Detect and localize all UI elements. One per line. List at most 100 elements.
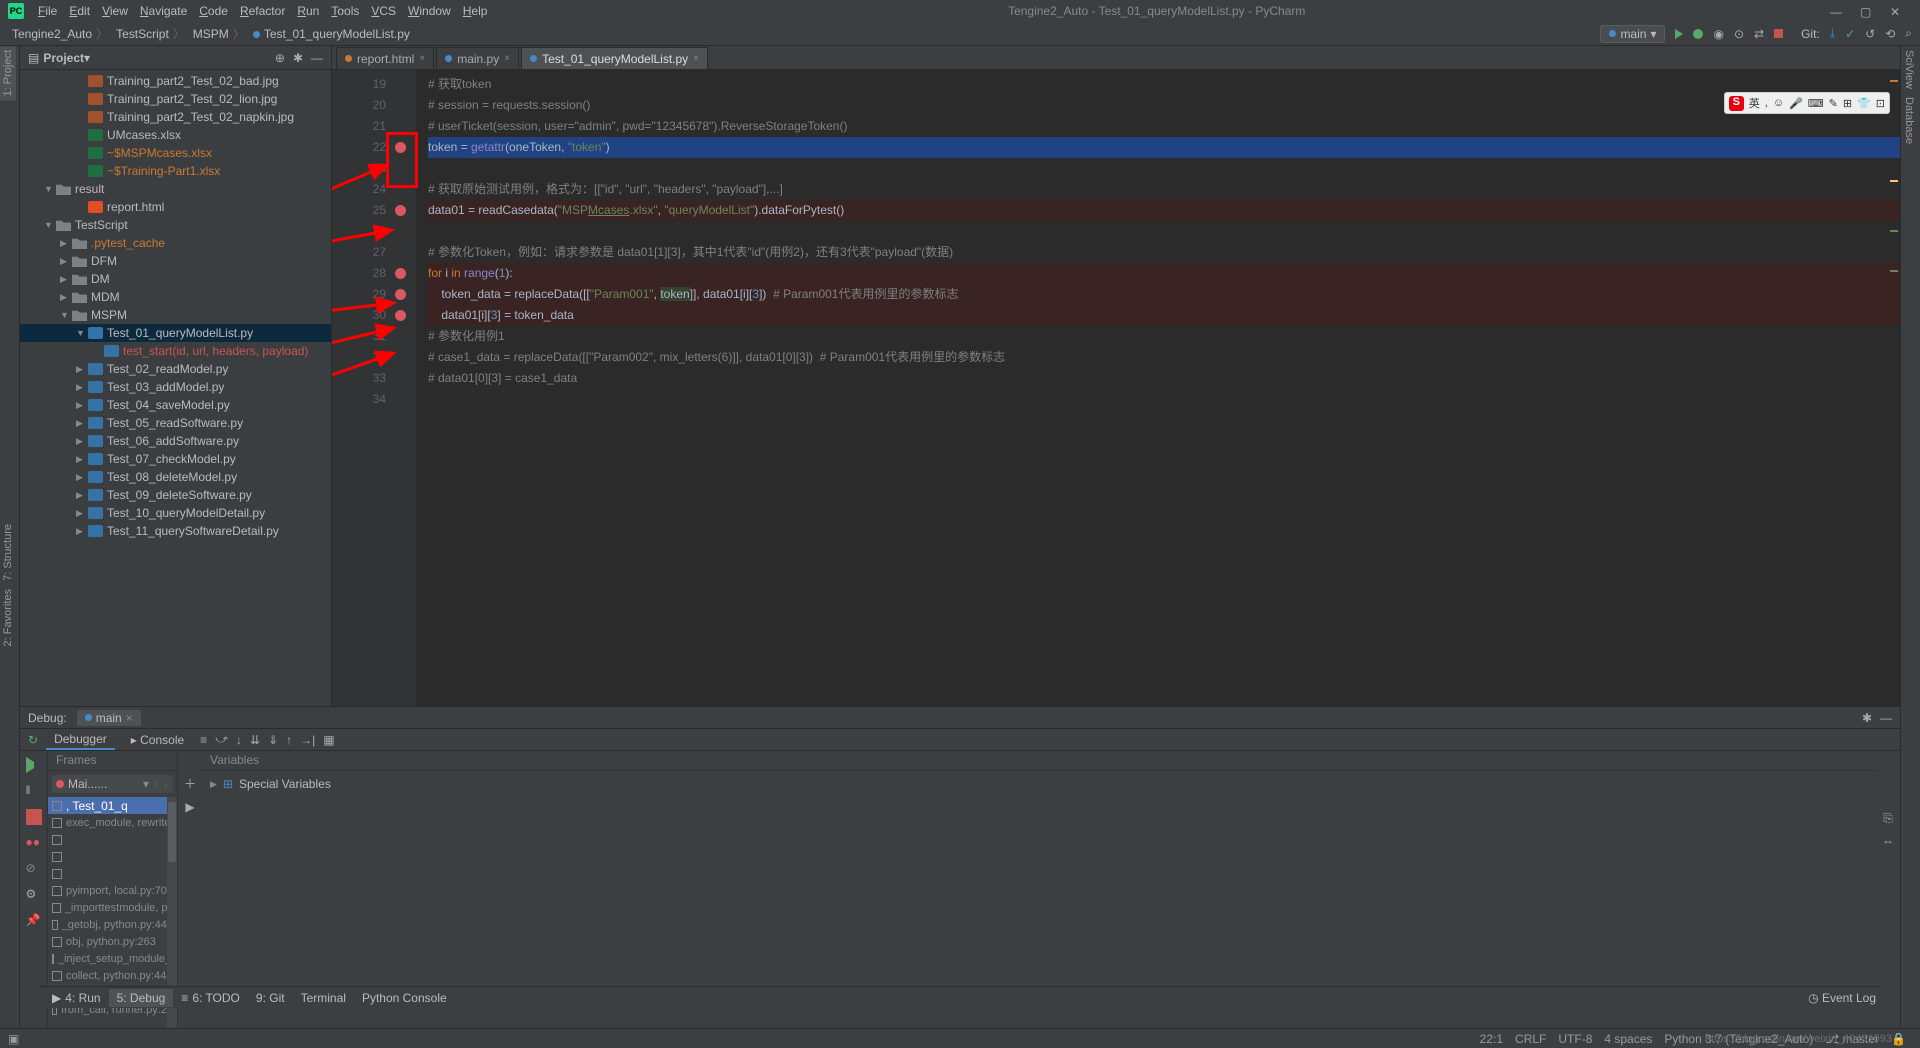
rerun-icon[interactable]: ↻ bbox=[28, 733, 38, 747]
thread-selector[interactable]: Mai......▾ ↑↓ bbox=[52, 775, 173, 793]
editor-tab[interactable]: main.py× bbox=[436, 47, 519, 69]
menu-refactor[interactable]: Refactor bbox=[234, 4, 291, 18]
menu-vcs[interactable]: VCS bbox=[365, 4, 402, 18]
tree-item[interactable]: UMcases.xlsx bbox=[20, 126, 331, 144]
menu-window[interactable]: Window bbox=[402, 4, 457, 18]
breadcrumb-0[interactable]: Tengine2_Auto bbox=[8, 27, 112, 41]
frame-item[interactable]: pyimport, local.py:701 bbox=[48, 882, 177, 899]
bottom-tab[interactable]: ▶4: Run bbox=[44, 989, 109, 1007]
menu-navigate[interactable]: Navigate bbox=[134, 4, 193, 18]
breakpoints-icon[interactable]: ●● bbox=[26, 835, 42, 851]
profile-icon[interactable]: ⊙ bbox=[1734, 27, 1744, 41]
indent[interactable]: 4 spaces bbox=[1604, 1032, 1652, 1046]
frame-item[interactable] bbox=[48, 865, 177, 882]
maximize-icon[interactable]: ▢ bbox=[1860, 5, 1872, 17]
frame-item[interactable]: collect, python.py:448 bbox=[48, 967, 177, 984]
stop-debug-icon[interactable] bbox=[26, 809, 42, 825]
database-tab[interactable]: Database bbox=[1901, 93, 1917, 148]
menu-help[interactable]: Help bbox=[457, 4, 494, 18]
encoding[interactable]: UTF-8 bbox=[1558, 1032, 1592, 1046]
tree-item[interactable]: report.html bbox=[20, 198, 331, 216]
attach-icon[interactable]: ⇄ bbox=[1754, 27, 1764, 41]
resume-icon[interactable] bbox=[26, 757, 42, 773]
eventlog-button[interactable]: ◷ Event Log bbox=[1808, 991, 1876, 1005]
code-content[interactable]: # 获取token# session = requests.session()#… bbox=[416, 70, 1900, 706]
tree-item[interactable]: ▶Test_11_querySoftwareDetail.py bbox=[20, 522, 331, 540]
run-config-dropdown[interactable]: main▾ bbox=[1600, 25, 1665, 43]
ime-toolbar[interactable]: S 英 ,☺🎤⌨✎⊞👕⊡ bbox=[1724, 92, 1890, 114]
frame-item[interactable]: _inject_setup_module_f bbox=[48, 950, 177, 967]
gutter[interactable]: 19202122232425262728293031323334 bbox=[332, 70, 392, 706]
menu-tools[interactable]: Tools bbox=[325, 4, 365, 18]
special-vars-node[interactable]: ▶ ⊞ Special Variables bbox=[210, 775, 1868, 793]
frame-item[interactable] bbox=[48, 831, 177, 848]
menu-edit[interactable]: Edit bbox=[63, 4, 96, 18]
close-icon[interactable]: ✕ bbox=[1890, 5, 1902, 17]
stepinto-icon[interactable]: ↓ bbox=[236, 733, 242, 747]
tree-item[interactable]: ~$Training-Part1.xlsx bbox=[20, 162, 331, 180]
tree-item[interactable]: ▶Test_02_readModel.py bbox=[20, 360, 331, 378]
tree-item[interactable]: ▶MDM bbox=[20, 288, 331, 306]
add-watch-icon[interactable]: ＋ bbox=[184, 775, 196, 792]
frame-item[interactable]: exec_module, rewrite bbox=[48, 814, 177, 831]
structure-tab[interactable]: 7: Structure bbox=[0, 520, 16, 585]
locate-icon[interactable]: ⊕ bbox=[275, 51, 285, 65]
stop-icon[interactable] bbox=[1774, 29, 1783, 38]
tree-item[interactable]: ▶.pytest_cache bbox=[20, 234, 331, 252]
menu-view[interactable]: View bbox=[96, 4, 134, 18]
gear-icon[interactable]: ✱ bbox=[1862, 711, 1872, 725]
git-history-icon[interactable]: ↺ bbox=[1865, 27, 1875, 41]
hide-icon[interactable]: — bbox=[1880, 711, 1892, 725]
sciview-tab[interactable]: SciView bbox=[1901, 46, 1917, 93]
frame-item[interactable]: _getobj, python.py:443 bbox=[48, 916, 177, 933]
tree-item[interactable]: ~$MSPMcases.xlsx bbox=[20, 144, 331, 162]
tree-item[interactable]: ▶Test_04_saveModel.py bbox=[20, 396, 331, 414]
stepover-icon[interactable]: ⤻ bbox=[215, 732, 228, 747]
project-tab[interactable]: 1: Project bbox=[0, 46, 16, 100]
runtocursor-icon[interactable]: →| bbox=[300, 733, 315, 747]
mute-bp-icon[interactable]: ⊘ bbox=[26, 861, 42, 877]
collapse-icon[interactable]: — bbox=[311, 51, 323, 65]
menu-run[interactable]: Run bbox=[291, 4, 325, 18]
tree-item[interactable]: ▼MSPM bbox=[20, 306, 331, 324]
debug-config-tab[interactable]: main× bbox=[77, 710, 141, 726]
pause-icon[interactable]: ‖ bbox=[26, 783, 42, 799]
tree-item[interactable]: Training_part2_Test_02_napkin.jpg bbox=[20, 108, 331, 126]
tree-item[interactable]: ▶Test_06_addSoftware.py bbox=[20, 432, 331, 450]
tree-item[interactable]: ▶DFM bbox=[20, 252, 331, 270]
tree-item[interactable]: test_start(id, url, headers, payload) bbox=[20, 342, 331, 360]
console-tab[interactable]: ▸ Console bbox=[123, 731, 192, 749]
git-revert-icon[interactable]: ⟲ bbox=[1885, 27, 1895, 41]
stepout-icon[interactable]: ↑ bbox=[286, 733, 292, 747]
debug-icon[interactable] bbox=[1693, 29, 1703, 39]
evaluate-icon[interactable]: ▦ bbox=[323, 733, 334, 747]
error-stripe[interactable] bbox=[1888, 70, 1898, 706]
frame-item[interactable]: , Test_01_q bbox=[48, 797, 177, 814]
frame-item[interactable]: obj, python.py:263 bbox=[48, 933, 177, 950]
link-icon[interactable]: ⇔ bbox=[1882, 834, 1894, 848]
settings-icon[interactable]: ✱ bbox=[293, 51, 303, 65]
line-ending[interactable]: CRLF bbox=[1515, 1032, 1546, 1046]
favorites-tab[interactable]: 2: Favorites bbox=[0, 585, 16, 650]
stepintomy-icon[interactable]: ⇊ bbox=[250, 733, 260, 747]
tree-item[interactable]: ▼result bbox=[20, 180, 331, 198]
breadcrumb-3[interactable]: Test_01_queryModelList.py bbox=[249, 27, 414, 41]
git-update-icon[interactable]: ⤓ bbox=[1830, 26, 1835, 41]
editor-tab[interactable]: report.html× bbox=[336, 47, 434, 69]
debugger-tab[interactable]: Debugger bbox=[46, 730, 115, 750]
search-icon[interactable]: ⌕ bbox=[1905, 26, 1912, 41]
tree-item[interactable]: ▶Test_09_deleteSoftware.py bbox=[20, 486, 331, 504]
threads-icon[interactable]: ≡ bbox=[200, 733, 207, 747]
menu-code[interactable]: Code bbox=[193, 4, 234, 18]
bottom-tab[interactable]: Terminal bbox=[293, 989, 354, 1007]
frame-item[interactable] bbox=[48, 848, 177, 865]
bottom-tab[interactable]: Python Console bbox=[354, 989, 455, 1007]
forcestep-icon[interactable]: ⇓ bbox=[268, 733, 278, 747]
bottom-tab[interactable]: ≡6: TODO bbox=[173, 989, 248, 1007]
menu-file[interactable]: File bbox=[32, 4, 63, 18]
tree-item[interactable]: Training_part2_Test_02_lion.jpg bbox=[20, 90, 331, 108]
tree-item[interactable]: ▶Test_03_addModel.py bbox=[20, 378, 331, 396]
pin-icon[interactable]: 📌 bbox=[26, 913, 42, 929]
breadcrumb-2[interactable]: MSPM bbox=[189, 27, 249, 41]
lock-icon[interactable]: 🔒 bbox=[1891, 1032, 1906, 1046]
